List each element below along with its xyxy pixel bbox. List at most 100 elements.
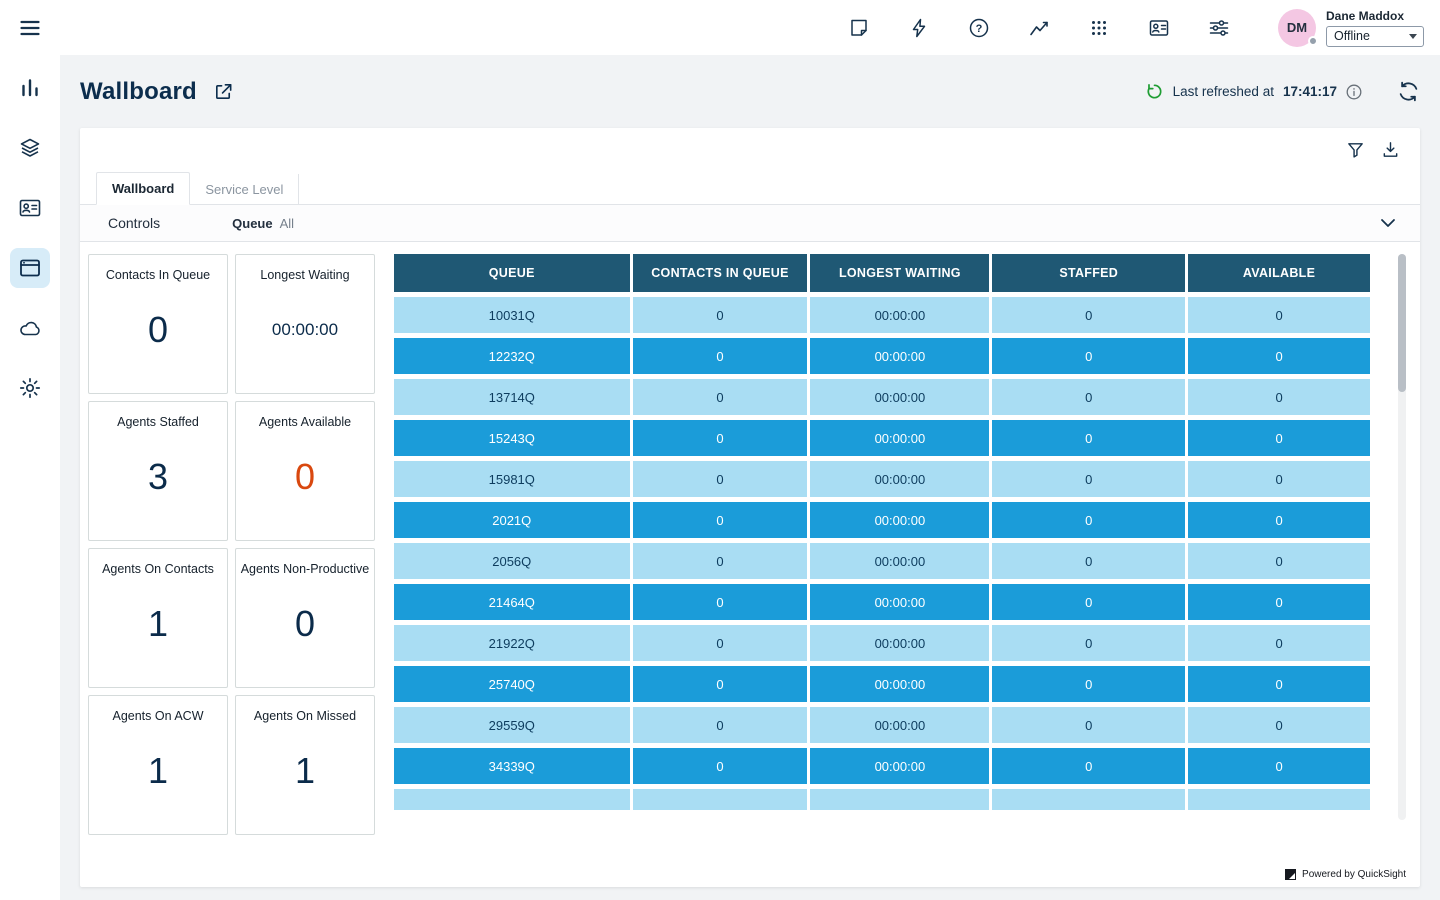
kpi-card-agents-on-acw: Agents On ACW1 xyxy=(88,695,228,835)
table-cell: 0 xyxy=(1188,420,1370,456)
table-cell: 15981Q xyxy=(394,461,630,497)
table-cell: 00:00:00 xyxy=(810,666,989,702)
chevron-down-icon[interactable] xyxy=(1380,218,1396,228)
kpi-value: 1 xyxy=(148,576,168,687)
table-cell: 0 xyxy=(633,666,808,702)
table-cell: 21922Q xyxy=(394,625,630,661)
queue-table-header: QUEUECONTACTS IN QUEUELONGEST WAITINGSTA… xyxy=(394,254,1370,292)
tab-wallboard[interactable]: Wallboard xyxy=(96,172,190,205)
chevron-down-icon xyxy=(1409,34,1417,39)
kpi-value: 0 xyxy=(148,282,168,393)
sidebar-item-settings[interactable] xyxy=(10,368,50,408)
refresh-icon[interactable] xyxy=(1397,80,1420,103)
table-cell: 00:00:00 xyxy=(810,420,989,456)
table-cell: 0 xyxy=(992,666,1185,702)
sidebar-item-contacts[interactable] xyxy=(10,188,50,228)
status-value: Offline xyxy=(1334,29,1370,43)
table-cell: 0 xyxy=(1188,297,1370,333)
external-link-icon[interactable] xyxy=(213,81,234,102)
column-header: CONTACTS IN QUEUE xyxy=(633,254,808,292)
table-cell: 0 xyxy=(992,543,1185,579)
table-cell: 0 xyxy=(633,707,808,743)
kpi-card-longest-waiting: Longest Waiting00:00:00 xyxy=(235,254,375,394)
table-cell xyxy=(1188,789,1370,810)
kpi-card-contacts-in-queue: Contacts In Queue0 xyxy=(88,254,228,394)
help-icon[interactable]: ? xyxy=(968,17,990,39)
quick-actions-icon[interactable] xyxy=(908,17,930,39)
info-icon[interactable] xyxy=(1346,84,1362,100)
kpi-value: 1 xyxy=(295,723,315,834)
table-cell: 0 xyxy=(992,584,1185,620)
sidebar-item-wallboard[interactable] xyxy=(10,248,50,288)
menu-icon[interactable] xyxy=(18,16,42,40)
cloud-icon xyxy=(18,316,42,340)
tab-service-level[interactable]: Service Level xyxy=(190,174,299,205)
table-row: 2056Q000:00:0000 xyxy=(394,543,1370,579)
table-cell: 10031Q xyxy=(394,297,630,333)
metrics-icon[interactable] xyxy=(1028,17,1050,39)
kpi-label: Agents On Missed xyxy=(250,709,360,723)
auto-refresh-icon xyxy=(1145,82,1164,101)
dialpad-icon[interactable] xyxy=(1088,17,1110,39)
table-cell: 12232Q xyxy=(394,338,630,374)
table-cell: 0 xyxy=(1188,379,1370,415)
notes-icon[interactable] xyxy=(848,17,870,39)
filter-icon[interactable] xyxy=(1346,140,1365,159)
tab-bar: Wallboard Service Level xyxy=(80,170,1420,205)
column-header: AVAILABLE xyxy=(1188,254,1370,292)
kpi-card-agents-non-productive: Agents Non-Productive0 xyxy=(235,548,375,688)
table-row: 15243Q000:00:0000 xyxy=(394,420,1370,456)
table-row: 21922Q000:00:0000 xyxy=(394,625,1370,661)
table-cell: 0 xyxy=(1188,543,1370,579)
table-cell: 0 xyxy=(992,297,1185,333)
kpi-card-agents-available: Agents Available0 xyxy=(235,401,375,541)
table-cell: 0 xyxy=(992,379,1185,415)
kpi-card-agents-on-contacts: Agents On Contacts1 xyxy=(88,548,228,688)
column-header: LONGEST WAITING xyxy=(810,254,989,292)
sidebar-item-analytics[interactable] xyxy=(10,68,50,108)
table-cell: 0 xyxy=(1188,502,1370,538)
table-cell: 0 xyxy=(633,625,808,661)
queue-filter-label: Queue xyxy=(232,216,272,231)
controls-bar[interactable]: Controls Queue All xyxy=(80,205,1420,242)
table-row xyxy=(394,789,1370,810)
table-cell: 0 xyxy=(633,543,808,579)
table-cell: 0 xyxy=(1188,707,1370,743)
kpi-grid: Contacts In Queue0Longest Waiting00:00:0… xyxy=(88,254,376,851)
table-cell: 0 xyxy=(1188,625,1370,661)
kpi-label: Agents On Contacts xyxy=(98,562,218,576)
queue-table: QUEUECONTACTS IN QUEUELONGEST WAITINGSTA… xyxy=(394,254,1370,851)
table-cell: 0 xyxy=(633,338,808,374)
table-cell xyxy=(992,789,1185,810)
settings-sliders-icon[interactable] xyxy=(1208,17,1230,39)
scrollbar-thumb[interactable] xyxy=(1398,254,1406,392)
sidebar-item-cloud[interactable] xyxy=(10,308,50,348)
kpi-value: 1 xyxy=(148,723,168,834)
status-dot-icon xyxy=(1308,36,1318,46)
table-scrollbar[interactable] xyxy=(1398,254,1406,820)
table-row: 29559Q000:00:0000 xyxy=(394,707,1370,743)
table-cell: 34339Q xyxy=(394,748,630,784)
status-select[interactable]: Offline xyxy=(1326,26,1424,47)
controls-label: Controls xyxy=(108,215,160,231)
table-cell: 0 xyxy=(1188,748,1370,784)
kpi-label: Agents On ACW xyxy=(108,709,207,723)
kpi-value: 0 xyxy=(295,576,315,687)
table-cell: 13714Q xyxy=(394,379,630,415)
table-cell: 21464Q xyxy=(394,584,630,620)
kpi-value: 0 xyxy=(295,429,315,540)
table-cell: 0 xyxy=(992,625,1185,661)
table-cell: 0 xyxy=(633,420,808,456)
table-cell: 0 xyxy=(992,748,1185,784)
table-row: 12232Q000:00:0000 xyxy=(394,338,1370,374)
sidebar-item-queues[interactable] xyxy=(10,128,50,168)
download-icon[interactable] xyxy=(1381,140,1400,159)
layers-icon xyxy=(18,136,42,160)
table-cell: 2021Q xyxy=(394,502,630,538)
last-refreshed-time: 17:41:17 xyxy=(1283,84,1337,99)
kpi-label: Contacts In Queue xyxy=(102,268,214,282)
kpi-label: Agents Non-Productive xyxy=(237,562,374,576)
table-cell: 00:00:00 xyxy=(810,297,989,333)
queue-filter-value: All xyxy=(280,216,294,231)
contacts-icon[interactable] xyxy=(1148,17,1170,39)
